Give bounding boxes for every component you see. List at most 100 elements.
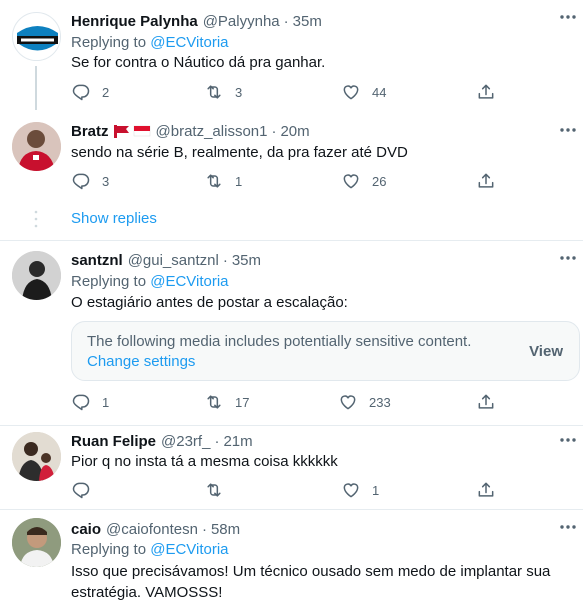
like-button[interactable]: 1	[341, 479, 379, 501]
retweet-count: 3	[235, 84, 243, 100]
tweet-ruan[interactable]: Ruan Felipe @23rf_ · 21m Pior q no insta…	[0, 426, 583, 509]
replying-to: Replying to @ECVitoria	[71, 273, 229, 290]
mention-link[interactable]: @ECVitoria	[150, 541, 228, 558]
avatar[interactable]	[12, 518, 61, 567]
reply-icon	[71, 392, 91, 412]
reply-button[interactable]: 1	[71, 391, 109, 413]
profile-photo-icon	[12, 432, 61, 481]
separator-dot: ·	[222, 251, 228, 269]
like-count: 233	[369, 394, 391, 410]
retweet-button[interactable]	[204, 479, 235, 501]
display-name[interactable]: Henrique Palynha	[71, 13, 198, 30]
separator-dot: ·	[201, 520, 207, 538]
retweet-button[interactable]: 3	[204, 81, 242, 103]
timestamp[interactable]: 58m	[211, 521, 240, 538]
tweet-actions: 3 1 26	[71, 170, 501, 192]
tweet-header: Henrique Palynha @Palyynha · 35m	[71, 9, 322, 33]
timestamp[interactable]: 20m	[280, 123, 309, 140]
tweet-actions: 2 3 44	[71, 81, 501, 103]
user-handle[interactable]: @bratz_alisson1	[156, 123, 268, 140]
like-count: 26	[372, 173, 387, 189]
reply-button[interactable]: 2	[71, 81, 109, 103]
separator-dot: ·	[283, 12, 289, 30]
tweet-text: Isso que precisávamos! Um técnico ousado…	[71, 563, 551, 601]
display-name[interactable]: Bratz	[71, 123, 109, 140]
share-icon	[476, 171, 496, 191]
reply-button[interactable]	[71, 479, 102, 501]
user-handle[interactable]: @caiofontesn	[106, 521, 198, 538]
tweet-caio[interactable]: caio @caiofontesn · 58m Replying to @ECV…	[0, 510, 583, 606]
retweet-button[interactable]: 17	[204, 391, 249, 413]
like-button[interactable]: 233	[338, 391, 391, 413]
user-handle[interactable]: @Palyynha	[203, 13, 280, 30]
avatar[interactable]	[12, 251, 61, 300]
separator-dot: ·	[271, 122, 277, 140]
share-button[interactable]	[476, 479, 496, 501]
tweet-actions: 1 17 233	[71, 391, 501, 413]
like-icon	[341, 480, 361, 500]
reply-count: 2	[102, 84, 110, 100]
mention-link[interactable]: @ECVitoria	[150, 34, 228, 51]
avatar[interactable]	[12, 122, 61, 171]
share-button[interactable]	[476, 81, 496, 103]
avatar[interactable]	[12, 432, 61, 481]
avatar[interactable]	[12, 12, 61, 61]
replying-to-label: Replying to	[71, 541, 147, 558]
view-button[interactable]: View	[529, 343, 563, 360]
tweet-henrique[interactable]: Henrique Palynha @Palyynha · 35m Replyin…	[0, 0, 583, 110]
more-icon[interactable]	[559, 126, 577, 134]
reply-icon	[71, 171, 91, 191]
retweet-button[interactable]: 1	[204, 170, 242, 192]
like-count: 44	[372, 84, 387, 100]
like-button[interactable]: 26	[341, 170, 386, 192]
retweet-icon	[204, 480, 224, 500]
timestamp[interactable]: 21m	[223, 433, 252, 450]
timestamp[interactable]: 35m	[232, 252, 261, 269]
like-button[interactable]: 44	[341, 81, 386, 103]
share-button[interactable]	[476, 391, 496, 413]
sensitive-media-notice: The following media includes potentially…	[87, 333, 472, 350]
timestamp[interactable]: 35m	[293, 13, 322, 30]
replying-to-label: Replying to	[71, 273, 147, 290]
reply-count: 1	[102, 394, 110, 410]
more-icon[interactable]	[559, 523, 577, 531]
thread-line	[35, 66, 37, 110]
mention-link[interactable]: @ECVitoria	[150, 273, 228, 290]
display-name[interactable]: caio	[71, 521, 101, 538]
sensitive-media-warning[interactable]: The following media includes potentially…	[71, 321, 580, 381]
more-icon[interactable]	[559, 13, 577, 21]
profile-photo-icon	[12, 518, 61, 567]
tweet-text: sendo na série B, realmente, da pra faze…	[71, 144, 408, 161]
reply-button[interactable]: 3	[71, 170, 109, 192]
separator-dot: ·	[214, 432, 220, 450]
profile-photo-icon	[12, 251, 61, 300]
replying-to: Replying to @ECVitoria	[71, 34, 229, 51]
thread-dots-icon	[34, 210, 38, 228]
replying-to-label: Replying to	[71, 34, 147, 51]
retweet-count: 17	[235, 394, 250, 410]
share-icon	[476, 480, 496, 500]
share-icon	[476, 82, 496, 102]
more-icon[interactable]	[559, 436, 577, 444]
tweet-text: Se for contra o Náutico dá pra ganhar.	[71, 54, 326, 71]
tweet-header: caio @caiofontesn · 58m	[71, 517, 240, 541]
show-replies-link[interactable]: Show replies	[71, 210, 157, 227]
retweet-icon	[204, 392, 224, 412]
reply-count: 3	[102, 173, 110, 189]
display-name[interactable]: santznl	[71, 252, 123, 269]
display-name[interactable]: Ruan Felipe	[71, 433, 156, 450]
user-handle[interactable]: @gui_santznl	[128, 252, 219, 269]
tweet-text: Pior q no insta tá a mesma coisa kkkkkk	[71, 453, 338, 470]
tweet-actions: 1	[71, 479, 501, 501]
share-icon	[476, 392, 496, 412]
reply-icon	[71, 82, 91, 102]
tweet-header: Bratz @bratz_alisson1 · 20m	[71, 119, 310, 143]
more-icon[interactable]	[559, 254, 577, 262]
reply-icon	[71, 480, 91, 500]
change-settings-link[interactable]: Change settings	[87, 353, 195, 370]
gremio-logo-icon	[14, 14, 60, 60]
retweet-count: 1	[235, 173, 243, 189]
tweet-text: O estagiário antes de postar a escalação…	[71, 294, 348, 311]
share-button[interactable]	[476, 170, 496, 192]
user-handle[interactable]: @23rf_	[161, 433, 210, 450]
